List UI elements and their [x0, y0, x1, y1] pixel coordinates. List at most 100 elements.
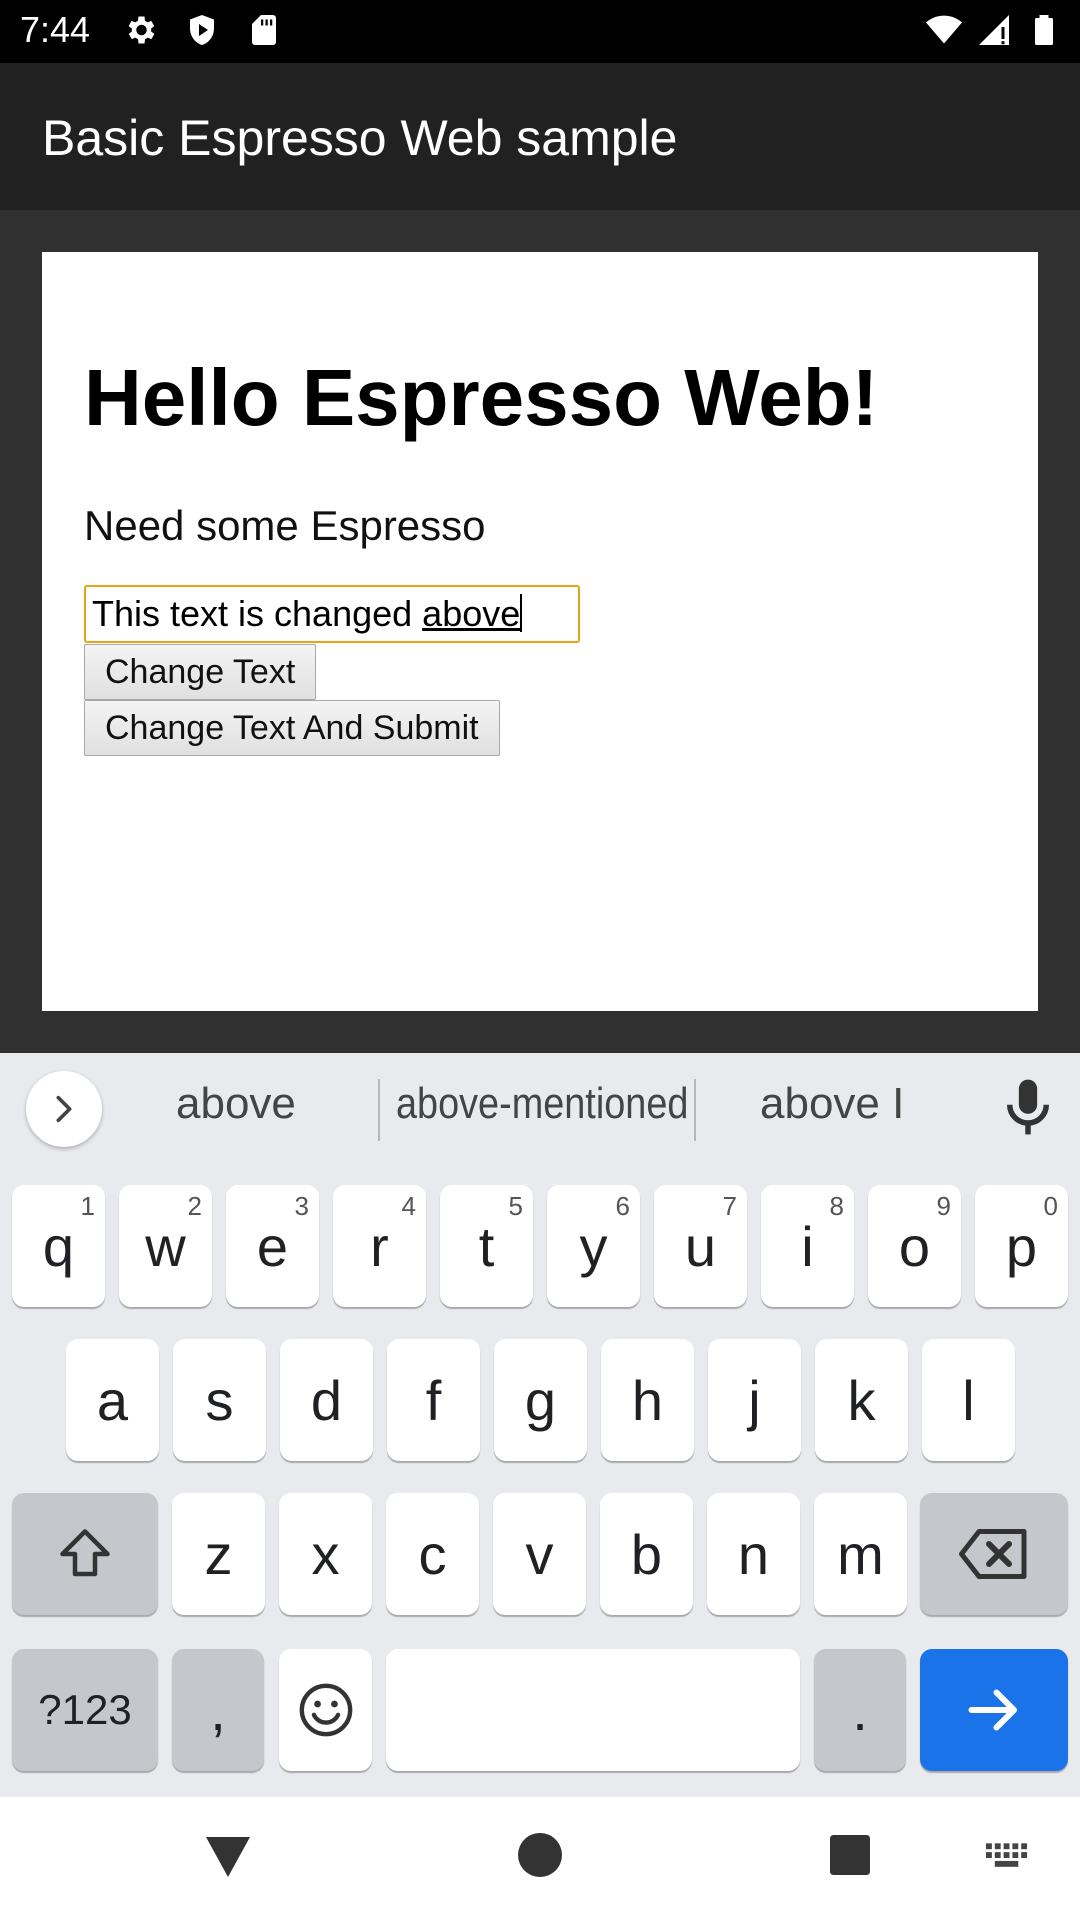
key-r[interactable]: r4 [333, 1185, 426, 1307]
key-label: v [525, 1522, 554, 1586]
key-label: m [837, 1522, 884, 1586]
key-w[interactable]: w2 [119, 1185, 212, 1307]
play-protect-icon [190, 15, 214, 45]
key-q[interactable]: q1 [12, 1185, 105, 1307]
suggestion-1[interactable]: above [176, 1079, 296, 1129]
suggestion-divider [378, 1079, 380, 1141]
period-key[interactable]: . [814, 1649, 906, 1771]
key-t[interactable]: t5 [440, 1185, 533, 1307]
shift-key[interactable] [12, 1493, 158, 1615]
webview-page[interactable]: Hello Espresso Web! Need some Espresso T… [42, 252, 1038, 1011]
key-label: b [630, 1522, 663, 1586]
key-label: t [478, 1214, 495, 1278]
key-hint: 9 [936, 1191, 951, 1221]
suggestion-strip: above above-mentioned above I [0, 1053, 1080, 1163]
key-a[interactable]: a [66, 1339, 159, 1461]
settings-icon [128, 16, 155, 44]
home-icon[interactable] [518, 1833, 562, 1877]
key-label: f [425, 1368, 442, 1432]
key-label: y [579, 1214, 608, 1278]
key-s[interactable]: s [173, 1339, 266, 1461]
back-icon[interactable] [204, 1833, 252, 1879]
key-label: d [310, 1368, 343, 1432]
key-label: h [631, 1368, 664, 1432]
webview-container: Hello Espresso Web! Need some Espresso T… [0, 210, 1080, 1053]
key-f[interactable]: f [387, 1339, 480, 1461]
key-label: j [748, 1368, 761, 1432]
text-input[interactable]: This text is changed above [84, 585, 580, 643]
key-label: q [42, 1214, 75, 1278]
key-label: g [524, 1368, 557, 1432]
input-composing-word: above [422, 593, 521, 634]
wifi-icon [926, 15, 962, 44]
key-hint: 2 [187, 1191, 202, 1221]
key-label: w [145, 1214, 186, 1278]
shift-icon [60, 1529, 110, 1577]
key-label: u [684, 1214, 717, 1278]
key-i[interactable]: i8 [761, 1185, 854, 1307]
key-hint: 4 [401, 1191, 416, 1221]
key-label: c [418, 1522, 447, 1586]
change-text-button[interactable]: Change Text [84, 644, 317, 700]
key-z[interactable]: z [172, 1493, 265, 1615]
key-hint: 3 [294, 1191, 309, 1221]
key-y[interactable]: y6 [547, 1185, 640, 1307]
enter-key[interactable] [920, 1649, 1068, 1771]
key-b[interactable]: b [600, 1493, 693, 1615]
key-hint: 0 [1043, 1191, 1058, 1221]
key-m[interactable]: m [814, 1493, 907, 1615]
backspace-key[interactable] [920, 1493, 1068, 1615]
change-text-submit-button[interactable]: Change Text And Submit [84, 700, 500, 756]
comma-key[interactable]: , [172, 1649, 264, 1771]
key-n[interactable]: n [707, 1493, 800, 1615]
suggestion-divider [694, 1079, 696, 1141]
key-label: e [256, 1214, 289, 1278]
key-o[interactable]: o9 [868, 1185, 961, 1307]
key-label: s [205, 1368, 234, 1432]
key-hint: 1 [80, 1191, 95, 1221]
key-e[interactable]: e3 [226, 1185, 319, 1307]
key-label: l [962, 1368, 975, 1432]
key-j[interactable]: j [708, 1339, 801, 1461]
key-g[interactable]: g [494, 1339, 587, 1461]
key-hint: 5 [508, 1191, 523, 1221]
input-text: This text is changed [92, 593, 423, 634]
key-x[interactable]: x [279, 1493, 372, 1615]
key-c[interactable]: c [386, 1493, 479, 1615]
emoji-key[interactable] [279, 1649, 372, 1771]
suggestion-3[interactable]: above I [760, 1079, 904, 1129]
symbols-key[interactable]: ?123 [12, 1649, 158, 1771]
emoji-icon [299, 1683, 352, 1737]
key-k[interactable]: k [815, 1339, 908, 1461]
key-v[interactable]: v [493, 1493, 586, 1615]
app-bar: Basic Espresso Web sample [0, 63, 1080, 210]
key-u[interactable]: u7 [654, 1185, 747, 1307]
key-l[interactable]: l [922, 1339, 1015, 1461]
recents-icon[interactable] [830, 1835, 870, 1875]
keyboard-switch-icon[interactable] [986, 1843, 1030, 1873]
chevron-right-icon [56, 1095, 72, 1123]
key-label: a [96, 1368, 129, 1432]
key-hint: 6 [615, 1191, 630, 1221]
soft-keyboard: above above-mentioned above I ?123 , . q… [0, 1053, 1080, 1797]
space-key[interactable] [386, 1649, 800, 1771]
navigation-bar [0, 1797, 1080, 1920]
signal-icon [979, 15, 1009, 45]
key-h[interactable]: h [601, 1339, 694, 1461]
mic-icon[interactable] [1000, 1075, 1056, 1139]
key-label: z [204, 1522, 233, 1586]
status-bar: 7:44 [0, 0, 1080, 63]
key-hint: 7 [722, 1191, 737, 1221]
key-label: i [801, 1214, 814, 1278]
sd-card-icon [252, 15, 276, 45]
suggestion-2[interactable]: above-mentioned [396, 1079, 688, 1129]
key-label: p [1005, 1214, 1038, 1278]
key-label: x [311, 1522, 340, 1586]
key-hint: 8 [829, 1191, 844, 1221]
key-label: n [737, 1522, 770, 1586]
expand-toolbar-button[interactable] [26, 1071, 102, 1147]
key-label: o [898, 1214, 931, 1278]
key-p[interactable]: p0 [975, 1185, 1068, 1307]
key-d[interactable]: d [280, 1339, 373, 1461]
key-label: k [847, 1368, 876, 1432]
